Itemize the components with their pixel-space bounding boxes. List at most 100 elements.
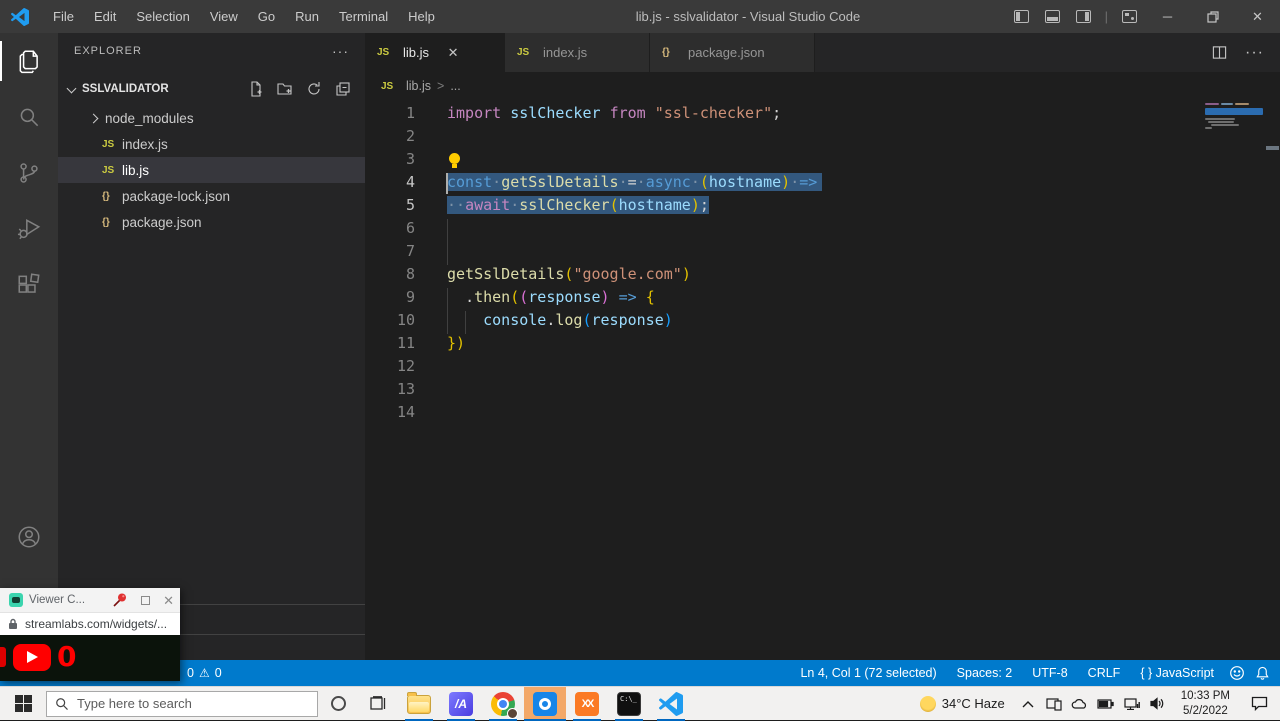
tab-index-js[interactable]: JS index.js	[505, 33, 650, 72]
toggle-sidebar-icon[interactable]	[1014, 10, 1029, 23]
onedrive-cloud-icon[interactable]	[1069, 689, 1091, 719]
code-line[interactable]: import sslChecker from "ssl-checker";	[365, 104, 1205, 127]
explorer-title: EXPLORER	[74, 45, 142, 57]
minimize-button[interactable]: ─	[1145, 0, 1190, 33]
notifications-bell-icon[interactable]	[1255, 665, 1270, 681]
taskbar-xampp[interactable]: XX	[566, 687, 608, 721]
taskbar-vscode[interactable]	[650, 687, 692, 721]
taskbar-clock[interactable]: 10:33 PM 5/2/2022	[1173, 689, 1238, 718]
breadcrumb-file[interactable]: lib.js	[406, 79, 431, 93]
menu-view[interactable]: View	[200, 0, 248, 33]
tab-lib-js[interactable]: JS lib.js ✕	[365, 33, 505, 72]
code-line[interactable]: const·getSslDetails·=·async·(hostname)·=…	[365, 173, 1205, 196]
pin-icon[interactable]	[112, 592, 128, 608]
your-phone-icon[interactable]	[1043, 689, 1065, 719]
explorer-more-actions-icon[interactable]: ···	[332, 43, 349, 59]
breadcrumb-symbol[interactable]: ...	[450, 79, 460, 93]
taskbar-command-prompt[interactable]: C:\_	[608, 687, 650, 721]
file-row-node-modules[interactable]: node_modules	[58, 105, 365, 131]
new-file-icon[interactable]	[248, 81, 264, 97]
menu-help[interactable]: Help	[398, 0, 445, 33]
viewer-window-titlebar[interactable]: Viewer C... ✕	[0, 588, 180, 612]
code-line[interactable]	[365, 242, 1205, 265]
windows-logo-icon	[15, 695, 32, 712]
code-line[interactable]: ··await·sslChecker(hostname);	[365, 196, 1205, 219]
activitybar-search[interactable]	[0, 89, 58, 145]
restore-button[interactable]	[1190, 0, 1235, 33]
viewer-count-window[interactable]: Viewer C... ✕ streamlabs.com/widgets/...…	[0, 588, 180, 681]
toggle-secondary-sidebar-icon[interactable]	[1076, 10, 1091, 23]
menu-selection[interactable]: Selection	[126, 0, 199, 33]
activitybar-extensions[interactable]	[0, 257, 58, 313]
code-line[interactable]	[365, 357, 1205, 380]
menu-edit[interactable]: Edit	[84, 0, 126, 33]
eol-sequence[interactable]: CRLF	[1083, 666, 1126, 680]
taskbar-search[interactable]: Type here to search	[46, 691, 318, 717]
code-line[interactable]	[365, 380, 1205, 403]
taskbar-streamlabs[interactable]	[524, 687, 566, 721]
code-line[interactable]	[365, 150, 1205, 173]
code-token: const	[447, 173, 492, 191]
taskbar-app-a[interactable]: /A	[440, 687, 482, 721]
problems-indicator[interactable]: 0 ⚠ 0	[187, 666, 222, 680]
code-line[interactable]	[365, 219, 1205, 242]
customize-layout-icon[interactable]	[1122, 10, 1137, 23]
indentation[interactable]: Spaces: 2	[952, 666, 1018, 680]
new-folder-icon[interactable]	[277, 81, 293, 97]
taskbar-weather[interactable]: 34°C Haze	[912, 696, 1013, 712]
activitybar-source-control[interactable]	[0, 145, 58, 201]
taskbar-chrome[interactable]	[482, 687, 524, 721]
activitybar-run-debug[interactable]	[0, 201, 58, 257]
viewer-address-bar[interactable]: streamlabs.com/widgets/...	[0, 612, 180, 635]
network-icon[interactable]	[1121, 689, 1143, 719]
breadcrumb[interactable]: JS lib.js > ...	[365, 72, 1280, 100]
close-button[interactable]: ✕	[1235, 0, 1280, 33]
action-center-button[interactable]	[1242, 687, 1276, 721]
code-lines[interactable]: import sslChecker from "ssl-checker"; con…	[365, 104, 1205, 426]
code-line[interactable]: .then((response) => {	[365, 288, 1205, 311]
tab-package-json[interactable]: {} package.json	[650, 33, 815, 72]
lightbulb-code-action-icon[interactable]	[449, 153, 460, 164]
file-row-index-js[interactable]: JS index.js	[58, 131, 365, 157]
xampp-icon: XX	[575, 692, 599, 716]
code-line[interactable]: })	[365, 334, 1205, 357]
maximize-icon[interactable]	[141, 596, 150, 605]
feedback-icon[interactable]	[1229, 665, 1245, 681]
menu-terminal[interactable]: Terminal	[329, 0, 398, 33]
split-editor-icon[interactable]	[1212, 45, 1227, 60]
activitybar-account[interactable]	[0, 509, 58, 565]
file-row-lib-js[interactable]: JS lib.js	[58, 157, 365, 183]
toggle-panel-icon[interactable]	[1045, 10, 1060, 23]
cursor-position[interactable]: Ln 4, Col 1 (72 selected)	[795, 666, 941, 680]
menu-run[interactable]: Run	[285, 0, 329, 33]
show-hidden-icons-chevron[interactable]	[1017, 689, 1039, 719]
editor-more-actions-icon[interactable]: ···	[1245, 44, 1264, 62]
code-token	[601, 104, 610, 122]
code-line[interactable]: console.log(response)	[365, 311, 1205, 334]
taskbar-file-explorer[interactable]	[398, 687, 440, 721]
code-line[interactable]: getSslDetails("google.com")	[365, 265, 1205, 288]
tab-close-icon[interactable]: ✕	[443, 43, 463, 63]
refresh-icon[interactable]	[306, 81, 322, 97]
collapse-folders-icon[interactable]	[335, 81, 351, 97]
menu-go[interactable]: Go	[248, 0, 285, 33]
file-row-package-json[interactable]: {} package.json	[58, 209, 365, 235]
cortana-button[interactable]	[318, 687, 358, 721]
code-token: =>	[619, 288, 637, 306]
battery-icon[interactable]	[1095, 689, 1117, 719]
task-view-button[interactable]	[358, 687, 398, 721]
file-row-package-lock[interactable]: {} package-lock.json	[58, 183, 365, 209]
start-button[interactable]	[0, 687, 46, 721]
code-token: hostname	[619, 196, 691, 214]
code-line[interactable]	[365, 403, 1205, 426]
explorer-section-header[interactable]: SSLVALIDATOR	[58, 77, 365, 101]
volume-icon[interactable]	[1147, 689, 1169, 719]
close-icon[interactable]: ✕	[163, 594, 174, 607]
viewer-url[interactable]: streamlabs.com/widgets/...	[25, 617, 167, 631]
language-mode[interactable]: { } JavaScript	[1135, 666, 1219, 680]
encoding[interactable]: UTF-8	[1027, 666, 1072, 680]
activitybar-explorer[interactable]	[0, 33, 58, 89]
menu-file[interactable]: File	[43, 0, 84, 33]
minimap[interactable]	[1205, 103, 1265, 183]
code-line[interactable]	[365, 127, 1205, 150]
